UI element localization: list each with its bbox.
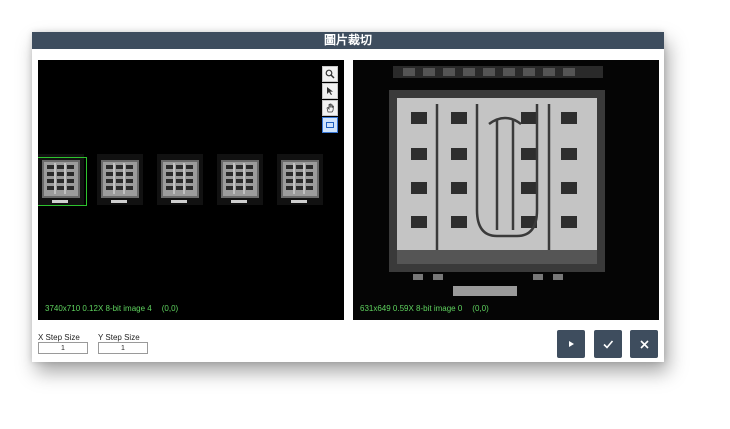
hand-pan-icon[interactable] [322,100,338,116]
close-icon [639,339,649,349]
check-icon [603,340,614,349]
dialog-title: 圖片裁切 [32,32,664,49]
cursor-coordinates: (0,0) [161,304,179,313]
y-step-size-input[interactable] [98,342,148,354]
image-info-text: 631x649 0.59X 8-bit image 0 [360,304,463,313]
play-icon [569,341,574,347]
viewer-toolbar [322,66,338,133]
viewer-status-bar: 3740x710 0.12X 8-bit image 4 (0,0) [45,304,178,313]
cropped-image-viewer[interactable]: 631x649 0.59X 8-bit image 0 (0,0) [353,60,659,320]
rectangle-select-icon[interactable] [322,117,338,133]
image-info-text: 3740x710 0.12X 8-bit image 4 [45,304,152,313]
run-button[interactable] [557,330,585,358]
x-step-size-input[interactable] [38,342,88,354]
zoom-icon[interactable] [322,66,338,82]
die-thumbnail [277,154,323,205]
x-step-size-label: X Step Size [38,333,80,342]
y-step-size-label: Y Step Size [98,333,140,342]
viewer-status-bar: 631x649 0.59X 8-bit image 0 (0,0) [360,304,489,313]
die-thumbnail [157,154,203,205]
cropped-die-image [353,60,659,320]
confirm-button[interactable] [594,330,622,358]
die-thumbnail [217,154,263,205]
cursor-coordinates: (0,0) [472,304,489,313]
die-thumbnail [97,154,143,205]
crop-selection-box[interactable] [38,157,87,206]
pointer-icon[interactable] [322,83,338,99]
image-crop-dialog: 圖片裁切 3740x710 0.12X 8-bit image 4 (0,0) … [32,32,664,362]
source-image-viewer[interactable]: 3740x710 0.12X 8-bit image 4 (0,0) [38,60,344,320]
cancel-button[interactable] [630,330,658,358]
